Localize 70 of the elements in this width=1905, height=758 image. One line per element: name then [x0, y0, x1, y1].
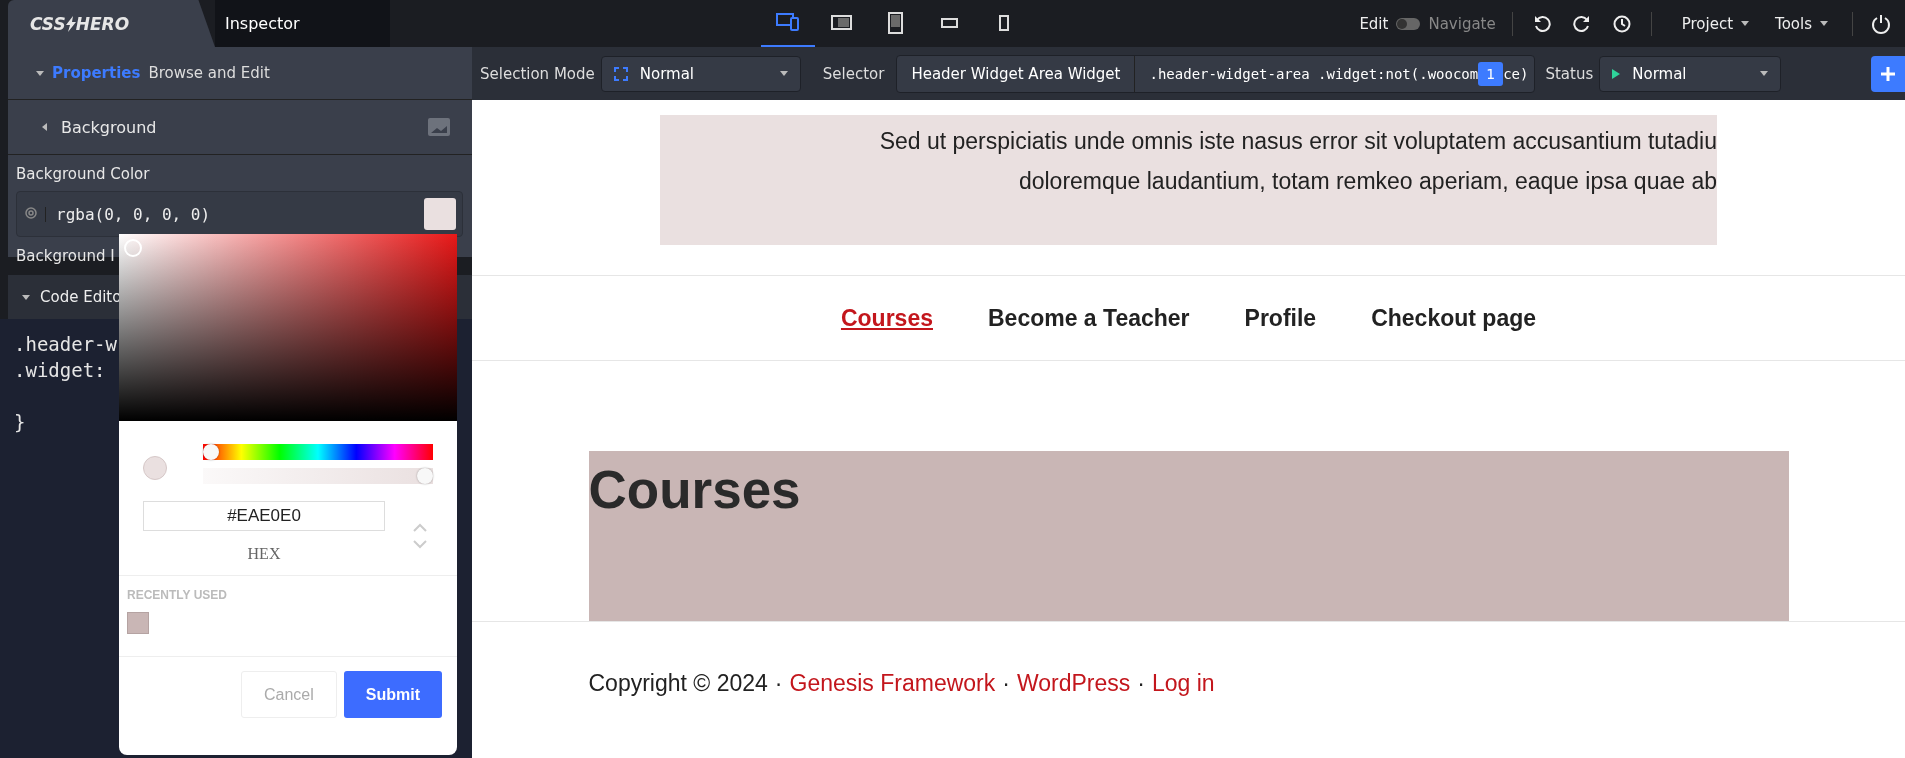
caret-icon: [1760, 71, 1769, 76]
selection-frame-icon: [613, 66, 628, 81]
copyright-text: Copyright © 2024: [588, 670, 768, 697]
caret-icon: [779, 71, 788, 76]
selection-mode-label: Selection Mode: [480, 64, 595, 83]
nav-link[interactable]: Profile: [1244, 304, 1317, 332]
clock-icon[interactable]: [1612, 14, 1631, 33]
mode-toggle[interactable]: [1396, 17, 1421, 30]
selection-mode-dropdown[interactable]: Normal: [600, 55, 801, 92]
color-swatch[interactable]: [424, 198, 456, 230]
recent-color-swatch[interactable]: [127, 612, 149, 634]
selector-label: Selector: [822, 64, 885, 83]
nav-link[interactable]: Checkout page: [1371, 304, 1537, 332]
background-section-header[interactable]: Background: [8, 100, 472, 155]
logo-text: CSS: [30, 13, 66, 34]
lightning-icon: [65, 15, 76, 32]
footer-link[interactable]: Log in: [1151, 670, 1215, 697]
status-dropdown[interactable]: Normal: [1599, 55, 1782, 92]
section-label: RECENTLY USED: [127, 588, 229, 602]
separator: ·: [774, 670, 783, 697]
field-label: Background I: [16, 247, 115, 265]
footer-link[interactable]: Genesis Framework: [789, 670, 996, 697]
slider-thumb[interactable]: [203, 444, 219, 460]
caret-icon: [36, 70, 44, 76]
slider-thumb[interactable]: [417, 468, 433, 484]
field-label: Background Color: [16, 165, 150, 183]
selector-path: .header-widget-area .widget:not(.woocom: [1149, 65, 1479, 82]
code-line: .widget:: [14, 358, 107, 383]
format-label: HEX: [247, 545, 281, 563]
selector-name: Header Widget Area Widget: [897, 55, 1136, 92]
intro-text: doloremque laudantium, totam remkeo aperiam, eaque ipsa quae ab: [1018, 167, 1717, 196]
logo-text: HERO: [75, 13, 130, 34]
status-label: Status: [1545, 64, 1594, 83]
color-preview: [143, 455, 167, 480]
caret-icon: [1741, 21, 1750, 26]
edit-label: Edit: [1359, 14, 1389, 33]
intro-text: Sed ut perspiciatis unde omnis iste nasus error sit voluptatem accusantium tutadiu: [879, 127, 1717, 156]
inspector-tab[interactable]: Inspector: [215, 0, 390, 47]
alpha-slider[interactable]: [203, 468, 433, 484]
match-count: 1: [1478, 61, 1504, 86]
add-button[interactable]: [1871, 55, 1905, 92]
redo-icon[interactable]: [1572, 14, 1591, 33]
navigate-label: Navigate: [1428, 14, 1496, 33]
separator: ·: [1002, 670, 1010, 697]
picker-handle[interactable]: [124, 239, 142, 257]
code-line: .header-w: [14, 332, 118, 357]
hue-slider[interactable]: [203, 444, 433, 460]
selector-field[interactable]: Header Widget Area Widget .header-widget-area .widget:not(.woocom 1 ce): [896, 54, 1536, 93]
submit-button[interactable]: Submit: [343, 671, 442, 718]
at-icon: [25, 206, 37, 219]
play-icon: [1612, 68, 1621, 79]
nav-link[interactable]: Become a Teacher: [988, 304, 1190, 332]
nav-link[interactable]: Courses: [840, 304, 933, 332]
caret-icon: [42, 123, 47, 131]
properties-header[interactable]: Properties Browse and Edit: [8, 47, 472, 100]
color-field[interactable]: rgba(0, 0, 0, 0): [16, 191, 463, 237]
menu-button[interactable]: Tools: [1775, 14, 1828, 33]
hex-input[interactable]: #EAE0E0: [143, 501, 385, 531]
saturation-area[interactable]: [119, 234, 457, 421]
caret-icon: [22, 294, 30, 300]
code-line: }: [14, 410, 27, 435]
selector-path: ce): [1503, 65, 1530, 82]
separator: ·: [1137, 670, 1145, 697]
footer-link[interactable]: WordPress: [1016, 670, 1131, 697]
caret-icon: [1820, 21, 1828, 26]
plus-icon: [1880, 65, 1896, 82]
page-heading: Courses: [588, 459, 802, 520]
power-icon[interactable]: [1871, 13, 1891, 34]
undo-icon[interactable]: [1532, 14, 1551, 33]
menu-button[interactable]: Project: [1681, 14, 1750, 33]
